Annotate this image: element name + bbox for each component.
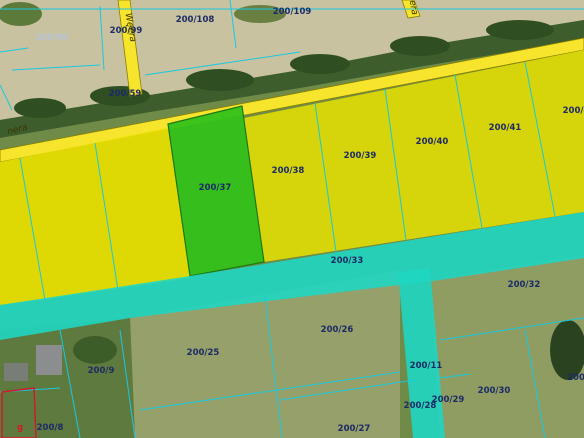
parcel-label-200-25: 200/25 bbox=[187, 348, 220, 358]
parcel-label-200-39: 200/39 bbox=[344, 151, 377, 161]
aerial-house-roof bbox=[4, 363, 28, 381]
aerial-tree bbox=[73, 336, 117, 364]
parcel-label-200-59: 200/59 bbox=[109, 89, 142, 99]
parcel-label-200-29: 200/29 bbox=[432, 395, 465, 405]
parcel-label-200-41: 200/41 bbox=[489, 123, 522, 133]
parcel-label-200: 200 bbox=[567, 373, 584, 383]
parcel-label-200-37: 200/37 bbox=[199, 183, 232, 193]
parcel-label-200-90: 200/90 bbox=[36, 33, 69, 43]
parcel-label-200-8: 200/8 bbox=[37, 423, 64, 433]
aerial-house-roof bbox=[36, 345, 62, 375]
parcel-label-200-33: 200/33 bbox=[331, 256, 364, 266]
parcel-label-200-108: 200/108 bbox=[176, 15, 215, 25]
parcel-label-200-9: 200/9 bbox=[88, 366, 115, 376]
parcel-label-200-26: 200/26 bbox=[321, 325, 354, 335]
parcel-label-200-27: 200/27 bbox=[338, 424, 371, 434]
parcel-label-200-30: 200/30 bbox=[478, 386, 511, 396]
selected-parcel-marker: g bbox=[17, 423, 23, 433]
parcel-label-200-38: 200/38 bbox=[272, 166, 305, 176]
parcel-label-200-40: 200/40 bbox=[416, 137, 449, 147]
parcel-label-200-109: 200/109 bbox=[273, 7, 312, 17]
parcel-label-200-32: 200/32 bbox=[508, 280, 541, 290]
cadastral-map[interactable]: 200/90200/99200/108200/109200/59200/3720… bbox=[0, 0, 584, 438]
parcel-label-200-11: 200/11 bbox=[410, 361, 443, 371]
parcel-label-200-4: 200/4 bbox=[563, 106, 584, 116]
